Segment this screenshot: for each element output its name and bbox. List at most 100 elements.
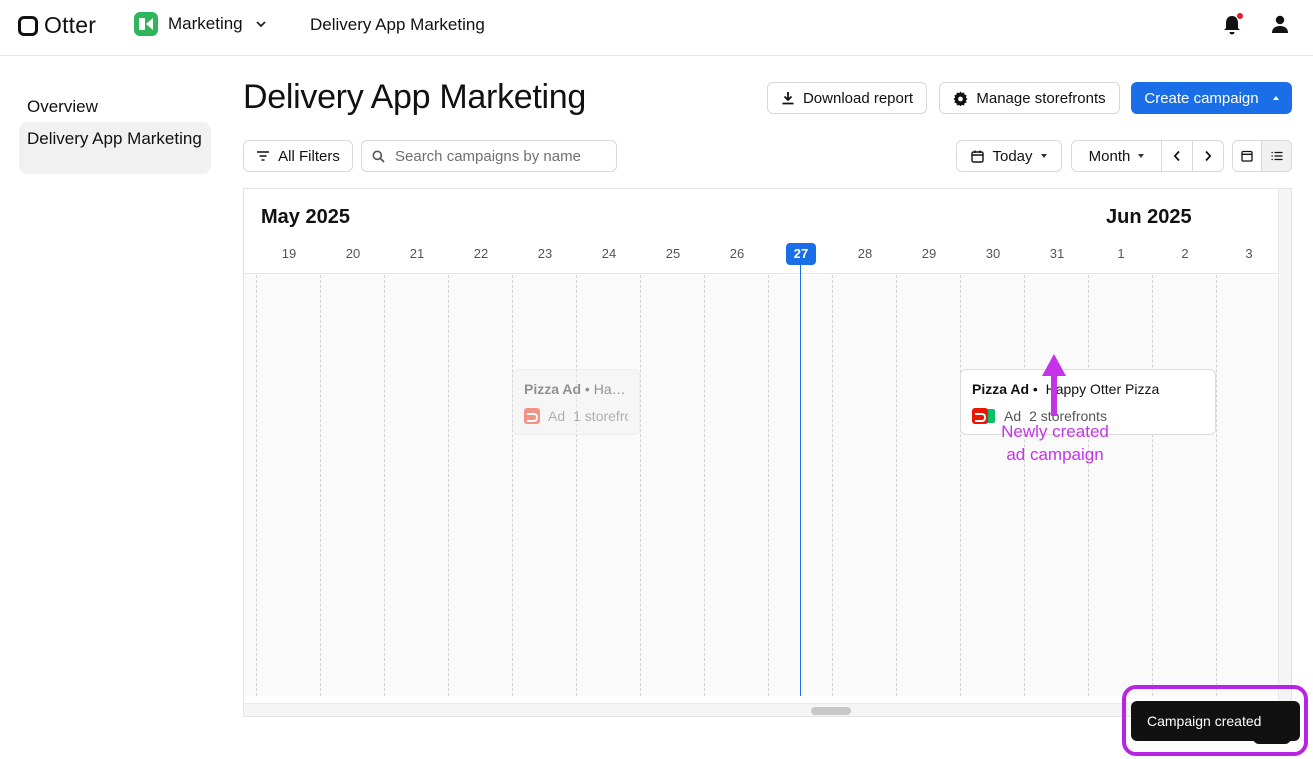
grid-line <box>1024 275 1025 696</box>
day-label: 21 <box>409 246 425 261</box>
day-label: 19 <box>281 246 297 261</box>
view-toggle <box>1232 140 1292 172</box>
grid-line <box>1216 275 1217 696</box>
grid-line <box>832 275 833 696</box>
caret-up-icon <box>1272 96 1279 100</box>
period-select[interactable]: Month <box>1071 140 1162 172</box>
annotation-note: Newly created ad campaign <box>940 420 1170 466</box>
grid-line <box>320 275 321 696</box>
day-label: 24 <box>601 246 617 261</box>
manage-storefronts-button[interactable]: Manage storefronts <box>939 82 1120 114</box>
sidebar-item-label: Overview <box>27 97 98 116</box>
scrollbar-thumb[interactable] <box>811 707 851 715</box>
day-label: 1 <box>1117 246 1125 261</box>
search-input[interactable] <box>395 147 595 165</box>
annotation-line: ad campaign <box>1006 445 1104 464</box>
annotation-line: Newly created <box>1001 422 1109 441</box>
grid-line <box>768 275 769 696</box>
day-label: 3 <box>1245 246 1253 261</box>
grid-line <box>960 275 961 696</box>
grid-line <box>256 275 257 696</box>
list-view-button[interactable] <box>1262 141 1291 171</box>
calendar-icon <box>1241 150 1253 162</box>
day-label: 30 <box>985 246 1001 261</box>
today-label: Today <box>992 147 1033 165</box>
list-icon <box>1271 151 1282 161</box>
chevron-right-icon <box>1205 150 1212 162</box>
day-label: 20 <box>345 246 361 261</box>
chevron-down-icon <box>256 21 266 28</box>
day-label: 28 <box>857 246 873 261</box>
day-label: 31 <box>1049 246 1065 261</box>
gear-icon <box>953 90 968 106</box>
storefront-logos <box>524 408 540 424</box>
search-icon <box>372 150 385 163</box>
day-label: 2 <box>1181 246 1189 261</box>
event-meta: Ad 1 storefront <box>524 408 628 424</box>
calendar-icon <box>971 150 985 163</box>
download-icon <box>782 92 794 105</box>
calendar-body: Pizza Ad • Happy Otter Pizza Ad 1 storef… <box>244 275 1278 696</box>
calendar-view-button[interactable] <box>1233 141 1263 171</box>
app-switcher[interactable]: Marketing <box>134 12 267 36</box>
grid-line <box>512 275 513 696</box>
top-bar: Otter Marketing Delivery App Marketing <box>0 0 1313 56</box>
grid-line <box>384 275 385 696</box>
sidebar-item-label: Delivery App Marketing <box>27 129 202 148</box>
event-name: Pizza Ad <box>972 381 1030 397</box>
campaign-event[interactable]: Pizza Ad • Happy Otter Pizza Ad 1 storef… <box>512 369 640 435</box>
day-label-today: 27 <box>786 243 816 265</box>
page-title: Delivery App Marketing <box>243 78 586 116</box>
day-label: 23 <box>537 246 553 261</box>
event-name: Pizza Ad <box>524 381 582 397</box>
chevron-left-icon <box>1173 150 1180 162</box>
event-title: Pizza Ad • Happy Otter Pizza <box>972 381 1160 397</box>
grid-line <box>576 275 577 696</box>
today-button[interactable]: Today <box>956 140 1062 172</box>
download-report-label: Download report <box>802 89 914 107</box>
user-account-icon[interactable] <box>1270 14 1290 34</box>
day-label: 25 <box>665 246 681 261</box>
period-label: Month <box>1088 147 1131 165</box>
grid-line <box>640 275 641 696</box>
event-type: Ad <box>548 408 566 424</box>
caret-down-icon <box>1040 154 1047 158</box>
sidebar-item-overview[interactable]: Overview <box>19 90 211 124</box>
previous-period-button[interactable] <box>1161 140 1193 172</box>
next-period-button[interactable] <box>1192 140 1224 172</box>
toast-message: Campaign created <box>1147 713 1262 729</box>
otter-logo[interactable]: Otter <box>18 12 96 39</box>
grid-line <box>704 275 705 696</box>
top-bar-title: Delivery App Marketing <box>310 15 485 34</box>
grid-line <box>896 275 897 696</box>
all-filters-button[interactable]: All Filters <box>243 140 353 172</box>
month-label-jun: Jun 2025 <box>1106 206 1192 228</box>
grid-line <box>1088 275 1089 696</box>
day-label: 26 <box>729 246 745 261</box>
download-report-button[interactable]: Download report <box>767 82 927 114</box>
all-filters-label: All Filters <box>278 147 340 165</box>
day-label: 22 <box>473 246 489 261</box>
brand-name: Otter <box>44 12 97 38</box>
create-campaign-label: Create campaign <box>1144 89 1259 107</box>
month-label-may: May 2025 <box>261 206 350 228</box>
sidebar-item-delivery-app-marketing[interactable]: Delivery App Marketing <box>19 122 211 174</box>
event-storefronts: 1 storefront <box>573 408 628 424</box>
notification-dot <box>1236 12 1244 20</box>
arrow-up-icon <box>1042 354 1066 416</box>
otter-logo-icon <box>18 15 38 36</box>
grid-line <box>448 275 449 696</box>
filter-icon <box>257 151 270 161</box>
grid-line <box>1152 275 1153 696</box>
doordash-logo-icon <box>524 408 540 424</box>
vertical-scrollbar[interactable] <box>1278 189 1291 703</box>
today-indicator-line <box>800 255 801 696</box>
search-field <box>361 140 617 172</box>
day-label: 29 <box>921 246 937 261</box>
calendar-header: May 2025 Jun 2025 19 20 21 22 23 24 25 26 27 28 29… <box>244 189 1278 274</box>
event-store: Happy Otter Pizza <box>593 381 628 397</box>
marketing-app-icon <box>134 12 158 36</box>
manage-storefronts-label: Manage storefronts <box>976 89 1106 107</box>
event-title: Pizza Ad • Happy Otter Pizza <box>524 381 628 397</box>
create-campaign-button[interactable]: Create campaign <box>1131 82 1292 114</box>
